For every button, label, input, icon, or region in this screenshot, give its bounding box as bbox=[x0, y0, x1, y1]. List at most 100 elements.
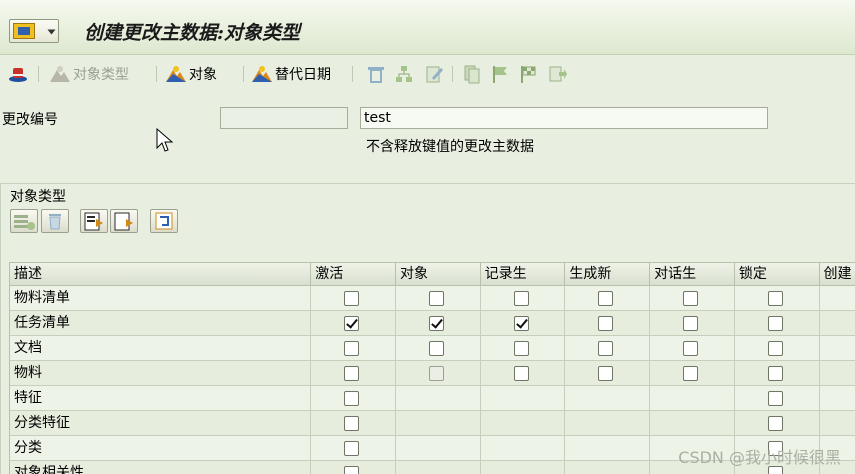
table-cell bbox=[396, 286, 481, 310]
print-icon[interactable] bbox=[366, 64, 386, 84]
row-checkbox[interactable] bbox=[513, 341, 529, 356]
alternative-date-button[interactable]: 替代日期 bbox=[251, 64, 331, 84]
row-checkbox[interactable] bbox=[682, 291, 698, 306]
table-cell bbox=[396, 461, 481, 474]
column-header-dialog[interactable]: 对话生 bbox=[650, 263, 735, 285]
table-cell bbox=[650, 386, 735, 410]
row-checkbox[interactable] bbox=[344, 366, 360, 381]
table-cell bbox=[311, 361, 396, 385]
row-checkbox[interactable] bbox=[344, 291, 360, 306]
row-checkbox[interactable] bbox=[767, 316, 783, 331]
row-checkbox[interactable] bbox=[767, 391, 783, 406]
trash-icon bbox=[49, 214, 61, 230]
row-checkbox[interactable] bbox=[598, 316, 614, 331]
flag-icon[interactable] bbox=[490, 64, 510, 84]
toolbar-separator bbox=[452, 66, 453, 82]
table-cell bbox=[650, 311, 735, 335]
table-cell bbox=[311, 386, 396, 410]
table-cell bbox=[735, 286, 820, 310]
row-checkbox[interactable] bbox=[598, 366, 614, 381]
toolbar-separator bbox=[156, 66, 157, 82]
row-description: 分类 bbox=[10, 436, 312, 460]
row-checkbox[interactable] bbox=[344, 416, 360, 431]
export-icon[interactable] bbox=[548, 64, 568, 84]
column-header-description[interactable]: 描述 bbox=[10, 263, 312, 285]
table-cell bbox=[565, 386, 651, 410]
table-cell bbox=[735, 386, 820, 410]
row-checkbox[interactable] bbox=[344, 391, 360, 406]
watermark: CSDN @我小时候很黑 bbox=[678, 448, 841, 467]
hierarchy-icon[interactable] bbox=[394, 64, 414, 84]
mountain-icon bbox=[252, 66, 272, 82]
row-checkbox[interactable] bbox=[767, 416, 783, 431]
row-checkbox[interactable] bbox=[767, 366, 783, 381]
row-checkbox[interactable] bbox=[598, 291, 614, 306]
object-button[interactable]: 对象 bbox=[165, 64, 217, 84]
row-checkbox[interactable] bbox=[344, 466, 360, 474]
row-checkbox[interactable] bbox=[344, 341, 360, 356]
row-checkbox[interactable] bbox=[513, 316, 529, 331]
change-number-input[interactable] bbox=[220, 107, 348, 129]
page-title: 创建更改主数据:对象类型 bbox=[84, 22, 301, 44]
row-checkbox[interactable] bbox=[682, 341, 698, 356]
select-all-button[interactable] bbox=[80, 209, 108, 233]
row-checkbox[interactable] bbox=[598, 341, 614, 356]
checkered-flag-icon[interactable] bbox=[518, 64, 538, 84]
sap-logo-icon bbox=[13, 23, 35, 39]
table-cell bbox=[735, 336, 820, 360]
row-checkbox[interactable] bbox=[428, 316, 444, 331]
toolbar-separator bbox=[243, 66, 244, 82]
edit-icon[interactable] bbox=[424, 64, 444, 84]
object-type-table: 描述 激活 对象 记录生 生成新 对话生 锁定 创建 物料清单 任务清单 文档 物料特… bbox=[9, 262, 855, 474]
table-cell bbox=[735, 411, 820, 435]
table-cell bbox=[311, 336, 396, 360]
column-header-active[interactable]: 激活 bbox=[311, 263, 396, 285]
mountain-icon bbox=[50, 66, 70, 82]
object-type-button[interactable]: 对象类型 bbox=[49, 64, 129, 84]
row-checkbox[interactable] bbox=[767, 291, 783, 306]
row-checkbox[interactable] bbox=[513, 291, 529, 306]
table-cell bbox=[396, 436, 481, 460]
column-header-object[interactable]: 对象 bbox=[396, 263, 481, 285]
table-cell bbox=[820, 386, 855, 410]
table-row: 物料清单 bbox=[10, 286, 855, 311]
row-description: 特征 bbox=[10, 386, 312, 410]
configure-table-button[interactable] bbox=[150, 209, 178, 233]
column-header-lock[interactable]: 锁定 bbox=[735, 263, 820, 285]
deselect-all-icon bbox=[114, 212, 133, 231]
deselect-all-button[interactable] bbox=[110, 209, 138, 233]
row-description: 文档 bbox=[10, 336, 312, 360]
row-checkbox[interactable] bbox=[344, 316, 360, 331]
row-checkbox[interactable] bbox=[682, 366, 698, 381]
table-cell bbox=[481, 336, 566, 360]
table-cell bbox=[311, 436, 396, 460]
application-toolbar: 对象类型 对象 替代日期 bbox=[0, 56, 855, 92]
row-checkbox[interactable] bbox=[428, 341, 444, 356]
table-cell bbox=[481, 311, 566, 335]
row-checkbox[interactable] bbox=[513, 366, 529, 381]
description-input[interactable]: test bbox=[360, 107, 768, 129]
row-checkbox[interactable] bbox=[767, 341, 783, 356]
delete-row-button[interactable] bbox=[41, 209, 69, 233]
system-menu-button[interactable] bbox=[9, 19, 59, 43]
toolbar-separator bbox=[352, 66, 353, 82]
column-header-record[interactable]: 记录生 bbox=[481, 263, 566, 285]
hat-icon[interactable] bbox=[8, 64, 28, 84]
table-cell bbox=[311, 461, 396, 474]
row-checkbox[interactable] bbox=[344, 441, 360, 456]
table-cell bbox=[311, 286, 396, 310]
table-cell bbox=[481, 361, 566, 385]
row-checkbox[interactable] bbox=[682, 316, 698, 331]
table-cell bbox=[311, 311, 396, 335]
table-cell bbox=[396, 411, 481, 435]
select-all-icon bbox=[84, 212, 103, 231]
row-checkbox[interactable] bbox=[428, 291, 444, 306]
column-header-create[interactable]: 创建 bbox=[820, 263, 855, 285]
column-header-generate[interactable]: 生成新 bbox=[565, 263, 651, 285]
document-icon[interactable] bbox=[462, 64, 482, 84]
table-row: 物料 bbox=[10, 361, 855, 386]
table-cell bbox=[735, 311, 820, 335]
row-description: 物料清单 bbox=[10, 286, 312, 310]
table-row: 任务清单 bbox=[10, 311, 855, 336]
insert-row-button[interactable] bbox=[10, 209, 38, 233]
